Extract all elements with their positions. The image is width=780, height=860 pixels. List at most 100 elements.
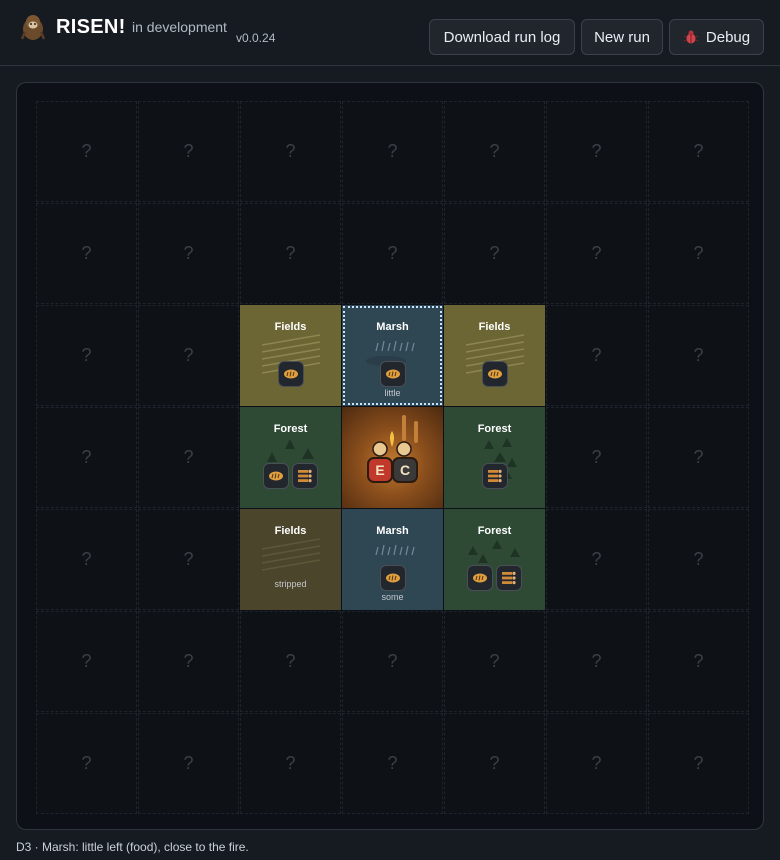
unknown-tile[interactable]: ? bbox=[648, 611, 749, 712]
unknown-tile[interactable]: ? bbox=[138, 713, 239, 814]
party-member-e[interactable]: E bbox=[367, 457, 393, 483]
food-resource[interactable] bbox=[467, 565, 493, 591]
unknown-tile[interactable]: ? bbox=[546, 203, 647, 304]
unknown-tile[interactable]: ? bbox=[36, 509, 137, 610]
marsh-tile[interactable]: Marsh some bbox=[342, 509, 443, 610]
unknown-tile[interactable]: ? bbox=[546, 611, 647, 712]
new-run-button[interactable]: New run bbox=[581, 19, 663, 55]
unknown-mark: ? bbox=[693, 141, 704, 161]
unknown-tile[interactable]: ? bbox=[138, 509, 239, 610]
food-resource[interactable] bbox=[379, 565, 406, 591]
unknown-mark: ? bbox=[489, 753, 500, 773]
debug-button[interactable]: Debug bbox=[669, 19, 764, 55]
unknown-tile[interactable]: ? bbox=[342, 203, 443, 304]
resource-row bbox=[342, 361, 443, 387]
party-member-c[interactable]: C bbox=[392, 457, 418, 483]
unknown-tile[interactable]: ? bbox=[36, 101, 137, 202]
unknown-tile[interactable]: ? bbox=[36, 611, 137, 712]
unknown-tile[interactable]: ? bbox=[546, 509, 647, 610]
unknown-mark: ? bbox=[591, 549, 602, 569]
app-version: v0.0.24 bbox=[236, 31, 276, 45]
fields-tile[interactable]: Fields bbox=[444, 305, 545, 406]
unknown-mark: ? bbox=[81, 447, 92, 467]
unknown-tile[interactable]: ? bbox=[444, 203, 545, 304]
unknown-tile[interactable]: ? bbox=[138, 305, 239, 406]
unknown-tile[interactable]: ? bbox=[36, 305, 137, 406]
unknown-mark: ? bbox=[285, 753, 296, 773]
unknown-mark: ? bbox=[285, 243, 296, 263]
unknown-mark: ? bbox=[591, 447, 602, 467]
tile-name: Fields bbox=[478, 321, 511, 333]
unknown-mark: ? bbox=[387, 243, 398, 263]
unknown-tile[interactable]: ? bbox=[444, 101, 545, 202]
unknown-mark: ? bbox=[285, 141, 296, 161]
resource-row bbox=[240, 463, 341, 489]
forest-tile[interactable]: Forest bbox=[444, 509, 545, 610]
unknown-tile[interactable]: ? bbox=[648, 203, 749, 304]
tile-name: Fields bbox=[274, 525, 307, 537]
wood-resource[interactable] bbox=[292, 463, 318, 489]
unknown-mark: ? bbox=[591, 753, 602, 773]
unknown-mark: ? bbox=[183, 243, 194, 263]
wood-resource[interactable] bbox=[481, 463, 508, 489]
camp-tile[interactable]: E C bbox=[342, 407, 443, 508]
unknown-tile[interactable]: ? bbox=[138, 101, 239, 202]
unknown-tile[interactable]: ? bbox=[36, 407, 137, 508]
food-resource[interactable] bbox=[263, 463, 289, 489]
marsh-tile-selected[interactable]: Marsh little bbox=[342, 305, 443, 406]
unknown-tile[interactable]: ? bbox=[648, 101, 749, 202]
unknown-tile[interactable]: ? bbox=[648, 407, 749, 508]
unknown-tile[interactable]: ? bbox=[444, 713, 545, 814]
unknown-mark: ? bbox=[183, 447, 194, 467]
tile-name: Forest bbox=[477, 423, 512, 435]
unknown-tile[interactable]: ? bbox=[342, 713, 443, 814]
unknown-mark: ? bbox=[591, 243, 602, 263]
unknown-tile[interactable]: ? bbox=[36, 713, 137, 814]
unknown-tile[interactable]: ? bbox=[138, 611, 239, 712]
unknown-mark: ? bbox=[183, 549, 194, 569]
download-run-log-label: Download run log bbox=[443, 28, 561, 46]
food-icon bbox=[283, 369, 298, 379]
unknown-tile[interactable]: ? bbox=[138, 407, 239, 508]
forest-tile[interactable]: Forest bbox=[444, 407, 545, 508]
unknown-tile[interactable]: ? bbox=[648, 305, 749, 406]
unknown-tile[interactable]: ? bbox=[138, 203, 239, 304]
tile-note: some bbox=[381, 592, 404, 602]
unknown-tile[interactable]: ? bbox=[546, 305, 647, 406]
unknown-tile[interactable]: ? bbox=[648, 713, 749, 814]
unknown-mark: ? bbox=[489, 651, 500, 671]
fields-tile-stripped[interactable]: Fields stripped bbox=[240, 509, 341, 610]
tile-note: little bbox=[384, 388, 401, 398]
unknown-tile[interactable]: ? bbox=[240, 101, 341, 202]
food-resource[interactable] bbox=[481, 361, 508, 387]
unknown-mark: ? bbox=[591, 345, 602, 365]
unknown-tile[interactable]: ? bbox=[240, 713, 341, 814]
unknown-tile[interactable]: ? bbox=[546, 101, 647, 202]
unknown-tile[interactable]: ? bbox=[444, 611, 545, 712]
bigfoot-icon bbox=[20, 15, 46, 40]
unknown-tile[interactable]: ? bbox=[240, 203, 341, 304]
fields-tile[interactable]: Fields bbox=[240, 305, 341, 406]
unknown-tile[interactable]: ? bbox=[342, 101, 443, 202]
unknown-mark: ? bbox=[81, 753, 92, 773]
wood-icon bbox=[298, 469, 312, 483]
food-icon bbox=[385, 573, 400, 583]
forest-tile[interactable]: Forest bbox=[240, 407, 341, 508]
download-run-log-button[interactable]: Download run log bbox=[429, 19, 575, 55]
resource-row bbox=[444, 463, 545, 489]
wood-resource[interactable] bbox=[496, 565, 522, 591]
unknown-tile[interactable]: ? bbox=[342, 611, 443, 712]
food-resource[interactable] bbox=[379, 361, 406, 387]
map-grid: ? ? ? ? ? ? ? ? ? ? ? ? ? ? ? ? Fields M… bbox=[36, 101, 749, 814]
unknown-tile[interactable]: ? bbox=[546, 407, 647, 508]
unknown-tile[interactable]: ? bbox=[546, 713, 647, 814]
food-icon bbox=[385, 369, 400, 379]
unknown-tile[interactable]: ? bbox=[240, 611, 341, 712]
app-subtitle: in development bbox=[132, 19, 227, 35]
unknown-tile[interactable]: ? bbox=[648, 509, 749, 610]
food-icon bbox=[487, 369, 502, 379]
unknown-mark: ? bbox=[81, 141, 92, 161]
food-resource[interactable] bbox=[277, 361, 304, 387]
unknown-tile[interactable]: ? bbox=[36, 203, 137, 304]
wood-icon bbox=[487, 469, 502, 483]
